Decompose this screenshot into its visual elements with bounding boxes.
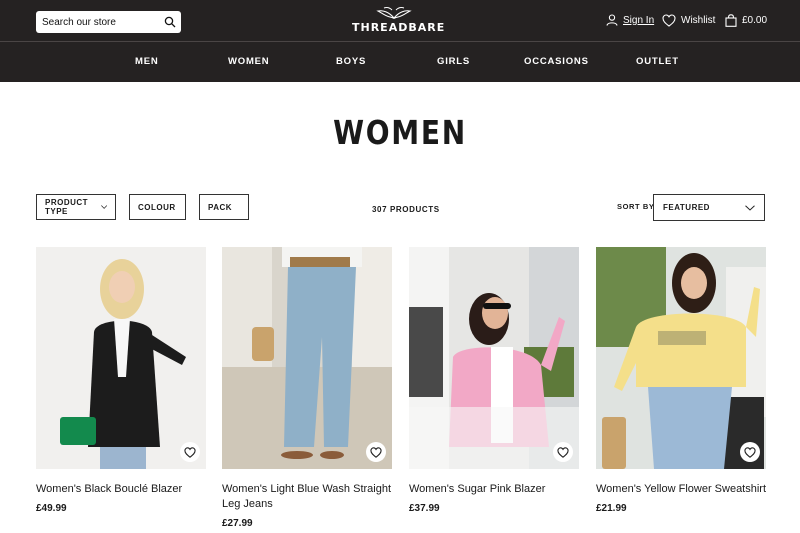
chevron-down-icon [100, 205, 107, 209]
product-card[interactable]: Women's Yellow Flower Sweatshirt £21.99 [596, 247, 766, 514]
product-price: £49.99 [36, 503, 67, 514]
heart-icon [370, 446, 382, 458]
sort-dropdown[interactable]: FEATURED [653, 194, 765, 221]
page-title: WOMEN [333, 113, 467, 152]
filter-label: PACK [208, 202, 233, 212]
product-price: £37.99 [409, 503, 440, 514]
sign-in-label[interactable]: Sign In [623, 15, 654, 26]
heart-icon [662, 14, 676, 27]
nav-item-girls[interactable]: GIRLS [437, 56, 470, 67]
search-icon[interactable] [164, 16, 176, 28]
product-image[interactable] [36, 247, 206, 469]
product-name[interactable]: Women's Sugar Pink Blazer [409, 482, 581, 497]
sign-in-link[interactable]: Sign In [606, 14, 654, 26]
bag-icon [725, 14, 737, 27]
search-box[interactable] [36, 11, 181, 33]
chevron-down-icon [745, 204, 755, 211]
product-image[interactable] [596, 247, 766, 469]
basket-total[interactable]: £0.00 [742, 15, 767, 26]
wishlist-link[interactable]: Wishlist [662, 14, 715, 27]
nav-item-boys[interactable]: BOYS [336, 56, 366, 67]
filter-label: PRODUCT TYPE [45, 198, 89, 216]
nav-item-outlet[interactable]: OUTLET [636, 56, 679, 67]
logo-text: THREADBARE [352, 21, 446, 34]
heart-icon [744, 446, 756, 458]
header: THREADBARE Sign In Wishlist £0.00 MEN WO… [0, 0, 800, 82]
main-nav: MEN WOMEN BOYS GIRLS OCCASIONS OUTLET [0, 42, 800, 82]
product-image[interactable] [222, 247, 392, 469]
sort-label: SORT BY [617, 202, 655, 211]
wishlist-label[interactable]: Wishlist [681, 15, 715, 26]
filter-pack[interactable]: PACK [199, 194, 249, 220]
brand-logo[interactable]: THREADBARE [352, 6, 446, 38]
product-name[interactable]: Women's Light Blue Wash Straight Leg Jea… [222, 482, 394, 512]
product-photo-blue-jeans [222, 247, 392, 469]
product-card[interactable]: Women's Light Blue Wash Straight Leg Jea… [222, 247, 392, 529]
logo-wings-icon [376, 7, 412, 19]
basket-link[interactable]: £0.00 [725, 14, 767, 27]
user-icon [606, 14, 618, 26]
nav-item-men[interactable]: MEN [135, 56, 159, 67]
filter-label: COLOUR [138, 202, 176, 212]
add-to-wishlist-button[interactable] [180, 442, 200, 462]
filter-colour[interactable]: COLOUR [129, 194, 186, 220]
product-card[interactable]: Women's Black Bouclé Blazer £49.99 [36, 247, 206, 514]
add-to-wishlist-button[interactable] [553, 442, 573, 462]
product-photo-black-blazer [36, 247, 206, 469]
add-to-wishlist-button[interactable] [740, 442, 760, 462]
nav-item-women[interactable]: WOMEN [228, 56, 269, 67]
product-image[interactable] [409, 247, 579, 469]
nav-item-occasions[interactable]: OCCASIONS [524, 56, 589, 67]
product-name[interactable]: Women's Yellow Flower Sweatshirt [596, 482, 768, 497]
heart-icon [557, 446, 569, 458]
add-to-wishlist-button[interactable] [366, 442, 386, 462]
product-price: £27.99 [222, 518, 253, 529]
sort-value: FEATURED [663, 203, 710, 212]
product-photo-pink-blazer [409, 247, 579, 469]
heart-icon [184, 446, 196, 458]
product-name[interactable]: Women's Black Bouclé Blazer [36, 482, 208, 497]
product-photo-yellow-sweatshirt [596, 247, 766, 469]
product-card[interactable]: Women's Sugar Pink Blazer £37.99 [409, 247, 579, 514]
search-input[interactable] [42, 16, 160, 28]
product-price: £21.99 [596, 503, 627, 514]
product-count: 307 PRODUCTS [372, 205, 440, 214]
filter-product-type[interactable]: PRODUCT TYPE [36, 194, 116, 220]
